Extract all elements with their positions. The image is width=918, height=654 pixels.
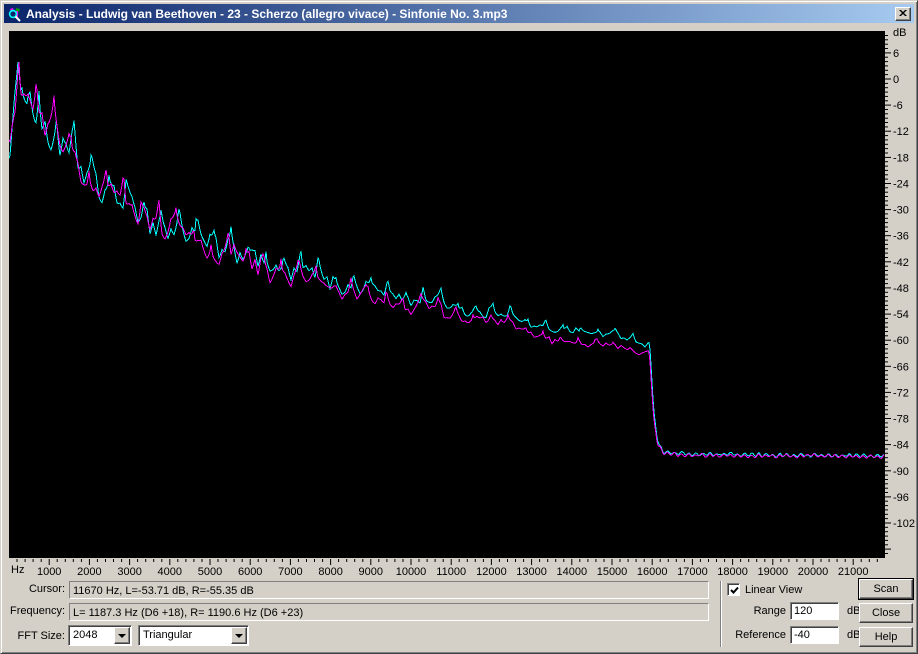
cursor-label: Cursor:	[1, 583, 65, 595]
svg-text:20000: 20000	[798, 566, 829, 577]
svg-text:4000: 4000	[158, 566, 182, 577]
svg-text:-18: -18	[893, 152, 909, 164]
svg-text:1000: 1000	[37, 566, 61, 577]
svg-text:-12: -12	[893, 126, 909, 138]
fft-size-select[interactable]: 2048	[68, 625, 132, 646]
svg-text:-36: -36	[893, 231, 909, 243]
analysis-window: Analysis - Ludwig van Beethoven - 23 - S…	[0, 0, 918, 654]
svg-text:6: 6	[893, 48, 899, 60]
close-icon[interactable]	[895, 7, 911, 21]
svg-text:3000: 3000	[117, 566, 141, 577]
frequency-readout: L= 1187.3 Hz (D6 +18), R= 1190.6 Hz (D6 …	[69, 603, 709, 621]
cursor-readout: 11670 Hz, L=-53.71 dB, R=-55.35 dB	[69, 581, 709, 599]
svg-text:-30: -30	[893, 205, 909, 217]
svg-text:18000: 18000	[717, 566, 748, 577]
svg-text:-24: -24	[893, 179, 909, 191]
check-icon	[729, 585, 740, 596]
svg-text:16000: 16000	[637, 566, 668, 577]
app-icon	[7, 6, 23, 22]
linear-view-checkbox[interactable]	[727, 583, 740, 596]
svg-text:17000: 17000	[677, 566, 708, 577]
right-channel-trace	[9, 62, 884, 459]
svg-text:21000: 21000	[838, 566, 869, 577]
hz-ruler: 1000 2000 3000 4000 5000 6000 7000 8000 9000 1000…	[9, 559, 899, 577]
svg-text:-90: -90	[893, 466, 909, 478]
svg-text:14000: 14000	[557, 566, 588, 577]
svg-text:15000: 15000	[597, 566, 628, 577]
close-button[interactable]: Close	[859, 603, 913, 623]
svg-text:10000: 10000	[396, 566, 427, 577]
svg-text:-96: -96	[893, 492, 909, 504]
svg-text:11000: 11000	[436, 566, 466, 577]
window-function-value: Triangular	[143, 629, 192, 641]
spectrum-plot[interactable]	[9, 31, 885, 558]
left-channel-trace	[9, 62, 884, 457]
svg-text:9000: 9000	[359, 566, 383, 577]
chevron-down-icon[interactable]	[114, 627, 130, 644]
svg-text:8000: 8000	[318, 566, 342, 577]
help-button[interactable]: Help	[859, 627, 913, 647]
frequency-label: Frequency:	[1, 605, 65, 617]
range-input[interactable]	[790, 602, 839, 620]
chevron-down-icon[interactable]	[231, 627, 247, 644]
svg-text:-48: -48	[893, 283, 909, 295]
svg-text:-6: -6	[893, 100, 903, 112]
svg-text:-84: -84	[893, 440, 909, 452]
titlebar[interactable]: Analysis - Ludwig van Beethoven - 23 - S…	[4, 4, 914, 23]
svg-text:-78: -78	[893, 414, 909, 426]
scan-button[interactable]: Scan	[859, 579, 913, 599]
svg-text:-72: -72	[893, 387, 909, 399]
svg-text:7000: 7000	[278, 566, 302, 577]
reference-label: Reference	[707, 629, 786, 641]
svg-text:13000: 13000	[516, 566, 547, 577]
svg-text:12000: 12000	[476, 566, 507, 577]
db-ruler: 6 0 -6 -12 -18 -24 -30 -36 -42 -48 -54 -60 -66 -72 -78…	[885, 27, 918, 559]
svg-text:0: 0	[893, 74, 899, 86]
svg-text:5000: 5000	[198, 566, 222, 577]
svg-text:-60: -60	[893, 335, 909, 347]
window-function-select[interactable]: Triangular	[138, 625, 249, 646]
svg-text:-42: -42	[893, 257, 909, 269]
svg-text:-66: -66	[893, 361, 909, 373]
svg-text:-54: -54	[893, 309, 909, 321]
linear-view-label: Linear View	[745, 584, 815, 596]
svg-text:-102: -102	[893, 518, 915, 530]
svg-text:19000: 19000	[758, 566, 789, 577]
svg-text:2000: 2000	[77, 566, 101, 577]
hz-axis-label: Hz	[11, 564, 24, 576]
svg-text:6000: 6000	[238, 566, 262, 577]
reference-input[interactable]	[790, 626, 839, 644]
window-title: Analysis - Ludwig van Beethoven - 23 - S…	[26, 7, 895, 21]
range-label: Range	[707, 605, 786, 617]
fft-size-value: 2048	[73, 629, 97, 641]
db-axis-label: dB	[893, 27, 906, 39]
fft-size-label: FFT Size:	[1, 630, 65, 642]
